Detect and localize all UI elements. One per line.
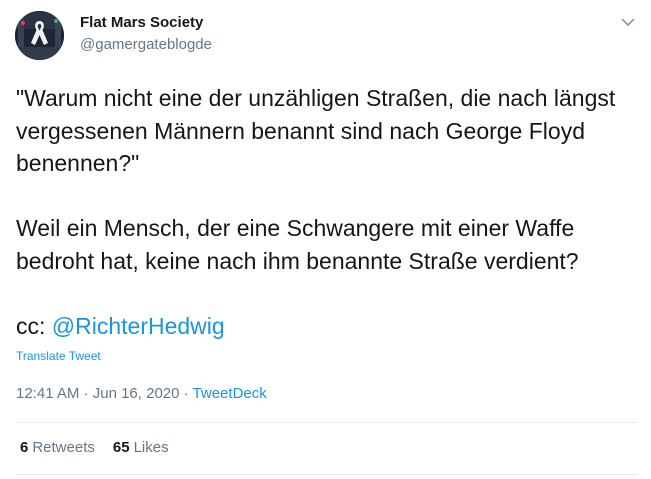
divider bbox=[16, 422, 637, 423]
user-handle[interactable]: @gamergateblogde bbox=[80, 36, 212, 53]
likes-count: 65 bbox=[112, 439, 130, 456]
tweet-source-link[interactable]: TweetDeck bbox=[193, 385, 267, 402]
tweet-paragraph-1: "Warum nicht eine der unzähligen Straßen… bbox=[16, 85, 622, 176]
retweets-stat[interactable]: 6 Retweets bbox=[20, 439, 95, 456]
display-name[interactable]: Flat Mars Society bbox=[80, 14, 203, 31]
tweet-stats: 6 Retweets 65 Likes bbox=[20, 439, 187, 456]
divider bbox=[16, 474, 637, 475]
cc-prefix: cc: bbox=[16, 312, 52, 339]
tweet-time[interactable]: 12:41 AM bbox=[16, 385, 79, 402]
retweets-label: Retweets bbox=[32, 439, 95, 456]
tweet-text: "Warum nicht eine der unzähligen Straßen… bbox=[16, 82, 641, 342]
likes-label: Likes bbox=[133, 439, 169, 456]
translate-tweet-link[interactable]: Translate Tweet bbox=[16, 349, 101, 363]
meta-separator: · bbox=[79, 385, 93, 402]
tweet-card: Flat Mars Society @gamergateblogde "Waru… bbox=[0, 0, 651, 479]
mention-link[interactable]: @RichterHedwig bbox=[52, 313, 225, 339]
retweets-count: 6 bbox=[20, 439, 29, 456]
avatar[interactable] bbox=[15, 11, 64, 60]
avatar-image bbox=[15, 11, 64, 60]
chevron-down-icon[interactable] bbox=[618, 14, 638, 30]
cc-line: cc: @RichterHedwig bbox=[16, 310, 641, 343]
tweet-date[interactable]: Jun 16, 2020 bbox=[93, 385, 180, 402]
tweet-meta: 12:41 AM · Jun 16, 2020 · TweetDeck bbox=[16, 385, 267, 402]
meta-separator: · bbox=[179, 385, 193, 402]
tweet-paragraph-2: Weil ein Mensch, der eine Schwangere mit… bbox=[16, 215, 581, 274]
likes-stat[interactable]: 65 Likes bbox=[113, 439, 169, 456]
